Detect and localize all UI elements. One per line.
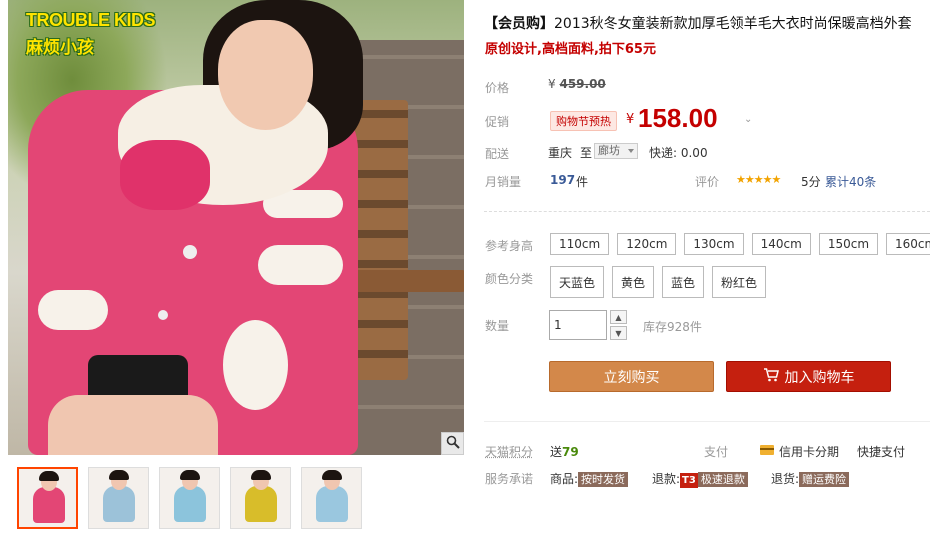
color-option[interactable]: 蓝色: [662, 266, 705, 298]
brand-logo: TROUBLE KIDS 麻烦小孩: [26, 10, 156, 58]
t3-badge: T3: [680, 473, 698, 488]
title-text: 2013秋冬女童装新款加厚毛领羊毛大衣时尚保暖高档外套: [554, 16, 912, 32]
thumbnail-2[interactable]: [88, 467, 149, 529]
service-goods: 商品: 按时发货: [550, 470, 629, 487]
thumbnail-1[interactable]: [17, 467, 78, 529]
height-option[interactable]: 150cm: [818, 233, 879, 255]
promo-price: 158.00: [638, 103, 718, 133]
return-label: 退货:: [771, 472, 800, 486]
chevron-up-icon: ▲: [615, 312, 622, 322]
cart-icon: [763, 367, 779, 386]
thumbnail-hair: [39, 471, 59, 481]
monthly-sales-unit: 件: [576, 175, 589, 189]
points-number: 79: [562, 445, 579, 459]
height-option[interactable]: 130cm: [684, 233, 744, 255]
return-badge[interactable]: 赠运费险: [799, 472, 850, 487]
ship-to: 至: [580, 146, 593, 160]
add-to-cart-label: 加入购物车: [784, 369, 855, 386]
tmall-points-label[interactable]: 天猫积分: [485, 443, 533, 460]
rating-score: 5分: [801, 175, 821, 189]
stock-count: 库存928件: [643, 320, 702, 334]
main-product-image[interactable]: TROUBLE KIDS 麻烦小孩: [8, 0, 464, 455]
brand-logo-cn: 麻烦小孩: [26, 38, 94, 58]
installment-link[interactable]: 信用卡分期: [779, 443, 839, 460]
color-option[interactable]: 粉红色: [712, 266, 767, 298]
promo-label: 促销: [485, 115, 510, 129]
goods-label: 商品:: [550, 472, 579, 486]
buy-now-button[interactable]: 立刻购买: [549, 361, 714, 392]
thumbnail-hair: [109, 470, 129, 480]
refund-badge[interactable]: 极速退款: [697, 472, 748, 487]
color-option[interactable]: 黄色: [612, 266, 655, 298]
payment-label: 支付: [704, 445, 729, 459]
city-value: 廊坊: [598, 144, 620, 157]
quantity-label: 数量: [485, 319, 510, 333]
product-subtitle: 原创设计,高档面料,拍下65元: [485, 42, 656, 57]
thumbnail-coat: [33, 487, 65, 523]
height-label: 参考身高: [485, 239, 534, 253]
quantity-input[interactable]: [549, 310, 607, 340]
promo-currency: ¥: [626, 112, 635, 127]
thumbnail-4[interactable]: [230, 467, 291, 529]
points-prefix: 送: [550, 445, 563, 459]
goods-badge[interactable]: 按时发货: [578, 472, 629, 487]
height-option[interactable]: 120cm: [617, 233, 677, 255]
thumbnail-coat: [103, 486, 135, 522]
divider: [484, 211, 930, 212]
thumbnail-coat: [245, 486, 277, 522]
thumbnail-3[interactable]: [159, 467, 220, 529]
review-count-link[interactable]: 累计40条: [825, 173, 876, 190]
original-price-value: 459.00: [559, 77, 606, 91]
thumbnail-5[interactable]: [301, 467, 362, 529]
thumbnail-hair: [180, 470, 200, 480]
color-option[interactable]: 天蓝色: [550, 266, 605, 298]
thumbnail-strip: [17, 467, 362, 529]
rating-stars: ★★★★★: [736, 173, 781, 186]
refund-label: 退款:: [652, 472, 681, 486]
quantity-increase-button[interactable]: ▲: [610, 310, 627, 324]
height-option[interactable]: 110cm: [550, 233, 610, 255]
title-prefix: 【会员购】: [484, 16, 554, 32]
thumbnail-hair: [322, 470, 342, 480]
rating-label: 评价: [695, 175, 720, 189]
height-option[interactable]: 160cm: [886, 233, 930, 255]
color-label: 颜色分类: [485, 272, 534, 286]
height-options: 110cm 120cm 130cm 140cm 150cm 160cm: [550, 233, 930, 255]
monthly-sales-label: 月销量: [485, 175, 522, 189]
currency-symbol: ¥: [548, 77, 556, 91]
height-option[interactable]: 140cm: [751, 233, 811, 255]
color-options: 天蓝色 黄色 蓝色 粉红色: [550, 266, 767, 298]
quickpay-link[interactable]: 快捷支付: [857, 443, 905, 460]
add-to-cart-button[interactable]: 加入购物车: [726, 361, 891, 392]
credit-card-icon: [760, 445, 774, 455]
thumbnail-hair: [251, 470, 271, 480]
destination-city-select[interactable]: 廊坊: [594, 143, 638, 159]
product-title: 【会员购】2013秋冬女童装新款加厚毛领羊毛大衣时尚保暖高档外套: [484, 13, 912, 33]
shipping-label: 配送: [485, 147, 510, 161]
original-price: ¥ 459.00: [548, 77, 606, 91]
express-fee: 快递: 0.00: [649, 146, 708, 160]
thumbnail-coat: [316, 486, 348, 522]
monthly-sales-count: 197: [550, 173, 576, 187]
tmall-points-value: 送79: [550, 443, 579, 460]
thumbnail-coat: [174, 486, 206, 522]
service-refund: 退款: T3 极速退款: [652, 470, 748, 488]
zoom-button[interactable]: [441, 432, 464, 455]
product-gallery: TROUBLE KIDS 麻烦小孩: [0, 0, 466, 536]
service-label: 服务承诺: [485, 472, 534, 486]
caret-down-icon: [628, 149, 634, 153]
chevron-down-icon: ▼: [615, 328, 622, 338]
brand-logo-en: TROUBLE KIDS: [26, 10, 156, 30]
magnifier-icon: [446, 435, 460, 452]
divider: [484, 421, 930, 422]
ship-from: 重庆: [548, 146, 573, 160]
price-label: 价格: [485, 81, 510, 95]
quantity-decrease-button[interactable]: ▼: [610, 326, 627, 340]
promo-badge: 购物节预热: [550, 111, 617, 131]
chevron-down-icon[interactable]: ⌄: [744, 114, 752, 125]
service-return: 退货: 赠运费险: [771, 470, 850, 487]
